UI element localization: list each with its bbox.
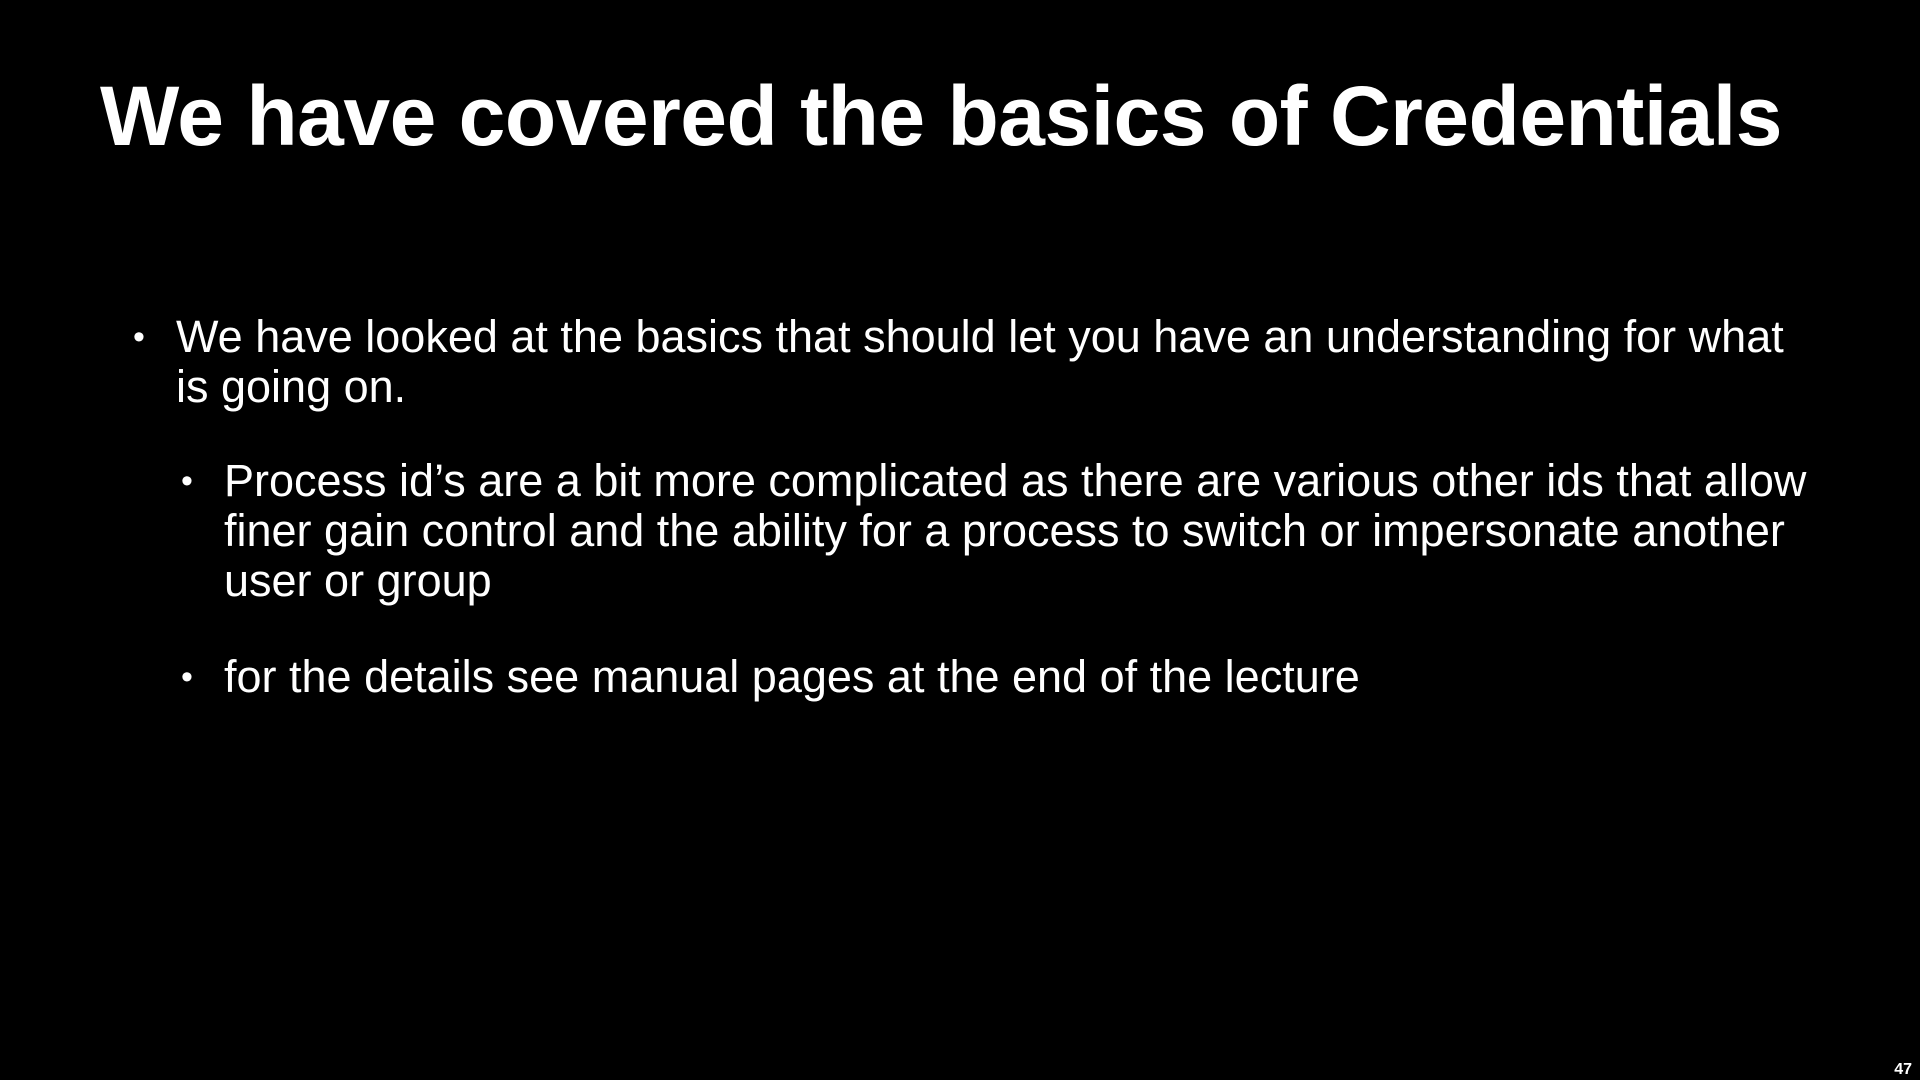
bullet-dot-icon: • (181, 658, 193, 696)
slide: We have covered the basics of Credential… (0, 0, 1920, 1080)
slide-title: We have covered the basics of Credential… (100, 69, 1782, 163)
bullet-item-level-2: • for the details see manual pages at th… (176, 652, 1856, 702)
page-number: 47 (1894, 1061, 1912, 1078)
bullet-text: for the details see manual pages at the … (224, 651, 1360, 702)
bullet-item-level-2: • Process id’s are a bit more complicate… (176, 456, 1856, 606)
bullet-dot-icon: • (133, 318, 145, 356)
bullet-dot-icon: • (181, 462, 193, 500)
bullet-text: Process id’s are a bit more complicated … (224, 455, 1807, 606)
bullet-text: We have looked at the basics that should… (176, 311, 1784, 412)
bullet-item-level-1: • We have looked at the basics that shou… (128, 312, 1808, 412)
